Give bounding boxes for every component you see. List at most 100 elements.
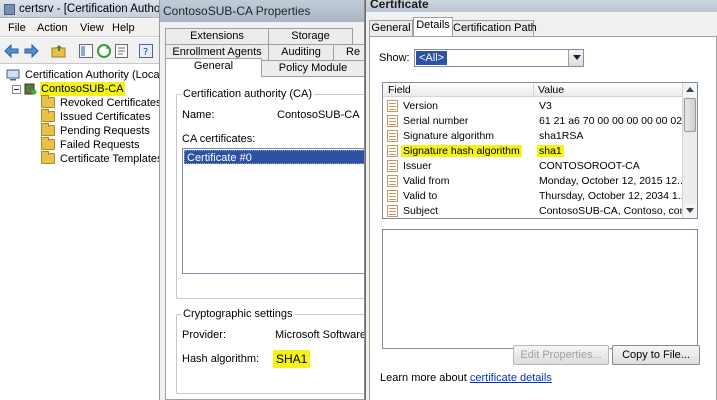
svg-text:?: ?: [143, 47, 148, 58]
grid-header: Field Value: [383, 83, 683, 97]
field-icon: [387, 175, 398, 187]
crypto-group-title: Cryptographic settings: [181, 308, 295, 320]
column-field[interactable]: Field: [388, 84, 411, 96]
tab-cert-general[interactable]: General: [369, 20, 413, 37]
detail-field-name: Version: [403, 100, 439, 112]
certificate-titlebar[interactable]: Certificate: [366, 0, 717, 12]
grid-scrollbar[interactable]: [682, 83, 697, 218]
menu-action[interactable]: Action: [37, 22, 68, 34]
general-panel: Certification authority (CA) Name: Conto…: [165, 75, 364, 400]
forward-arrow-icon[interactable]: [23, 43, 39, 59]
collapse-icon[interactable]: [12, 85, 21, 94]
certsrv-title: certsrv - [Certification Authority: [19, 3, 160, 15]
detail-field-name: Valid to: [403, 190, 438, 202]
field-icon: [387, 130, 398, 142]
tab-cert-details[interactable]: Details: [413, 17, 453, 37]
tab-re[interactable]: Re: [333, 44, 364, 61]
tab-storage[interactable]: Storage: [268, 28, 353, 45]
properties-title: ContosoSUB-CA Properties: [163, 4, 311, 18]
folder-label: Certificate Templates: [60, 153, 160, 165]
show-label: Show:: [379, 52, 410, 64]
field-icon: [387, 160, 398, 172]
detail-field-value: sha1RSA: [539, 130, 584, 142]
tree-root-label: Certification Authority (Local): [25, 69, 160, 81]
detail-row[interactable]: Version V3: [383, 99, 678, 114]
detail-row[interactable]: Signature algorithm sha1RSA: [383, 129, 678, 144]
certificate-details-link[interactable]: certificate details: [470, 372, 552, 384]
scroll-down-icon[interactable]: [683, 204, 697, 218]
certsrv-window: certsrv - [Certification Authority File …: [0, 0, 160, 400]
tab-auditing[interactable]: Auditing: [268, 44, 334, 61]
detail-field-value: CONTOSOROOT-CA: [539, 160, 640, 172]
detail-field-value: V3: [539, 100, 552, 112]
detail-row[interactable]: Valid from Monday, October 12, 2015 12...: [383, 174, 686, 189]
detail-row[interactable]: Subject ContosoSUB-CA, Contoso, com: [383, 204, 688, 218]
dropdown-arrow-icon[interactable]: [568, 50, 583, 66]
field-value-box[interactable]: [382, 229, 698, 349]
folder-label: Failed Requests: [60, 139, 140, 151]
folder-label: Pending Requests: [60, 125, 150, 137]
ca-certificate-item[interactable]: Certificate #0: [184, 150, 364, 164]
field-icon: [387, 190, 398, 202]
tab-extensions[interactable]: Extensions: [165, 28, 269, 45]
menu-help[interactable]: Help: [112, 22, 135, 34]
field-icon: [387, 145, 398, 157]
menu-bar: File Action View Help: [0, 19, 159, 37]
computer-icon: [6, 69, 20, 81]
certsrv-titlebar[interactable]: certsrv - [Certification Authority: [0, 0, 160, 18]
show-dropdown[interactable]: <All>: [414, 49, 584, 67]
tab-policy-module[interactable]: Policy Module: [261, 60, 364, 77]
show-hide-tree-icon[interactable]: [78, 43, 94, 59]
export-list-icon[interactable]: [114, 43, 130, 59]
ca-server-icon: [24, 83, 37, 95]
folder-icon: [41, 95, 55, 108]
toolbar: ?: [0, 38, 159, 64]
detail-field-name: Valid from: [403, 175, 450, 187]
fields-grid[interactable]: Field Value Version V3 Serial number 61 21 …: [382, 82, 698, 219]
hash-label: Hash algorithm:: [182, 353, 260, 365]
learn-more-prefix: Learn more about: [380, 372, 470, 384]
details-panel: Show: <All> Field Value Version V3 Serial …: [369, 36, 717, 400]
tree-ca-label: ContosoSUB-CA: [40, 82, 125, 96]
field-icon: [387, 100, 398, 112]
tab-general[interactable]: General: [165, 58, 262, 77]
detail-row[interactable]: Signature hash algorithm sha1: [383, 144, 678, 159]
folder-icon: [41, 123, 55, 136]
scroll-thumb[interactable]: [684, 98, 696, 132]
crypto-groupbox: Cryptographic settings Provider: Microso…: [176, 308, 364, 394]
folder-icon: [41, 109, 55, 122]
properties-window: ContosoSUB-CA Properties Extensions Stor…: [160, 0, 365, 400]
detail-field-value: Monday, October 12, 2015 12...: [539, 175, 686, 187]
show-dropdown-value: <All>: [416, 51, 448, 65]
ca-groupbox: Certification authority (CA) Name: Conto…: [176, 88, 364, 299]
hash-value: SHA1: [273, 350, 311, 368]
field-icon: [387, 115, 398, 127]
learn-more-text: Learn more about certificate details: [380, 372, 552, 384]
detail-row[interactable]: Valid to Thursday, October 12, 2034 1...: [383, 189, 686, 204]
name-value: ContosoSUB-CA: [277, 109, 360, 121]
detail-row[interactable]: Issuer CONTOSOROOT-CA: [383, 159, 678, 174]
menu-file[interactable]: File: [8, 22, 26, 34]
detail-field-name: Serial number: [403, 115, 469, 127]
detail-field-name: Issuer: [403, 160, 432, 172]
menu-view[interactable]: View: [80, 22, 104, 34]
properties-titlebar[interactable]: ContosoSUB-CA Properties: [160, 0, 364, 22]
ca-certificates-list[interactable]: Certificate #0: [182, 148, 364, 274]
back-arrow-icon[interactable]: [4, 43, 20, 59]
tab-cert-path[interactable]: Certification Path: [452, 20, 537, 37]
folder-icon: [41, 137, 55, 150]
up-folder-icon[interactable]: [51, 43, 67, 59]
scroll-up-icon[interactable]: [683, 83, 697, 97]
detail-field-name: Subject: [403, 205, 439, 217]
app-icon: [4, 4, 15, 15]
folder-icon: [41, 151, 55, 164]
copy-to-file-button[interactable]: Copy to File...: [612, 345, 700, 365]
column-divider[interactable]: [533, 83, 534, 97]
refresh-icon[interactable]: [96, 43, 112, 59]
detail-row[interactable]: Serial number 61 21 a6 70 00 00 00 00 00 …: [383, 114, 682, 129]
detail-field-name: Signature hash algorithm: [401, 145, 522, 157]
column-value[interactable]: Value: [538, 84, 564, 96]
detail-field-name: Signature algorithm: [403, 130, 495, 142]
edit-properties-button[interactable]: Edit Properties...: [513, 345, 609, 365]
help-icon[interactable]: ?: [138, 43, 154, 59]
